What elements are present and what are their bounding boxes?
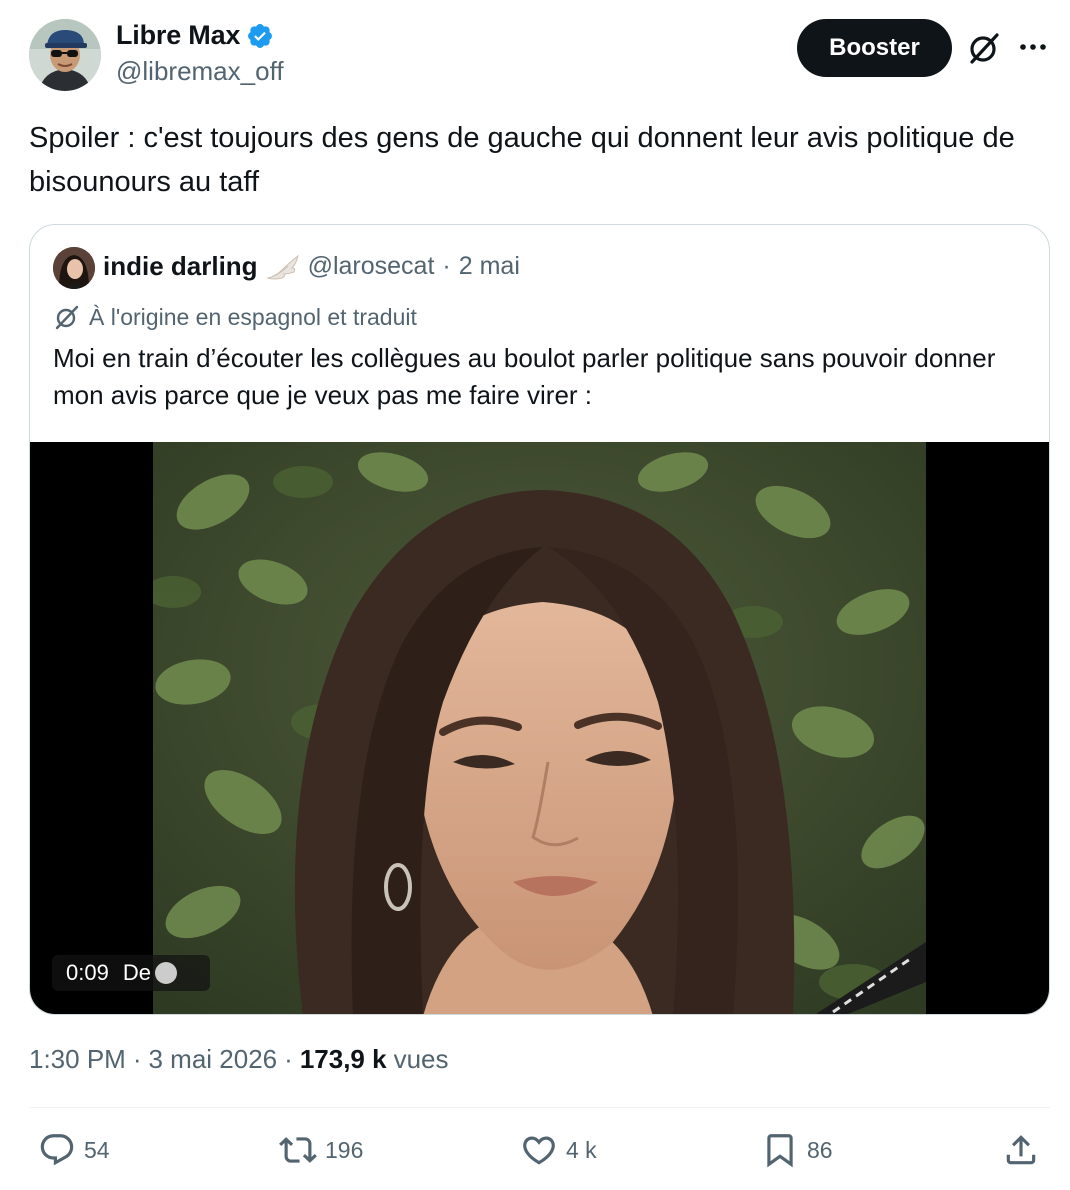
meta-separator: ·	[284, 1044, 293, 1074]
author-handle[interactable]: @libremax_off	[116, 56, 284, 87]
divider	[29, 1107, 1050, 1108]
views-count[interactable]: 173,9 k	[300, 1044, 387, 1075]
quote-header: indie darling @larosecat · 2 mai	[103, 251, 520, 282]
translation-note: À l'origine en espagnol et traduit	[53, 303, 417, 331]
quote-handle[interactable]: @larosecat	[308, 252, 435, 281]
tweet-detail: Libre Max @libremax_off Booster Spoiler …	[0, 0, 1070, 1190]
quote-separator: ·	[442, 252, 451, 280]
video-frame[interactable]	[153, 442, 926, 1014]
repost-button[interactable]: 196	[279, 1131, 363, 1169]
like-button[interactable]: 4 k	[520, 1131, 597, 1169]
repost-icon	[279, 1137, 317, 1163]
boost-button[interactable]: Booster	[797, 19, 952, 77]
grok-translate-icon	[53, 303, 81, 331]
quote-author-avatar[interactable]	[53, 247, 95, 289]
quote-display-name[interactable]: indie darling	[103, 251, 258, 282]
author-display-name[interactable]: Libre Max	[116, 20, 240, 51]
repost-count: 196	[325, 1136, 364, 1163]
quote-text: Moi en train d’écouter les collègues au …	[53, 343, 996, 410]
share-button[interactable]	[1002, 1131, 1040, 1169]
bookmark-button[interactable]: 86	[761, 1131, 833, 1169]
views-label: vues	[393, 1044, 449, 1074]
video-source-avatar[interactable]	[154, 962, 177, 984]
tweet-text: Spoiler : c'est toujours des gens de gau…	[29, 122, 1015, 198]
more-icon[interactable]	[1016, 30, 1050, 64]
quoted-tweet[interactable]: indie darling @larosecat · 2 mai À l'ori…	[29, 224, 1050, 1015]
reply-icon	[40, 1134, 74, 1166]
bookmark-icon	[767, 1134, 793, 1168]
share-icon	[1006, 1135, 1036, 1165]
quote-video[interactable]: 0:09 De	[30, 442, 1049, 1014]
author-name-row[interactable]: Libre Max	[116, 20, 274, 51]
video-by-label: De	[122, 960, 151, 985]
video-duration: 0:09	[66, 960, 109, 985]
quote-date[interactable]: 2 mai	[459, 252, 520, 281]
grok-icon[interactable]	[966, 30, 1002, 66]
bookmark-count: 86	[807, 1136, 833, 1163]
meta-separator: ·	[132, 1044, 142, 1074]
author-avatar[interactable]	[29, 19, 101, 91]
video-info-badge: 0:09 De	[52, 955, 210, 991]
reply-button[interactable]: 54	[38, 1131, 110, 1169]
tweet-meta: 1:30 PM · 3 mai 2026 · 173,9 k vues	[29, 1044, 449, 1075]
reply-count: 54	[84, 1136, 110, 1163]
translation-note-text: À l'origine en espagnol et traduit	[89, 303, 417, 330]
like-count: 4 k	[566, 1136, 597, 1163]
tweet-time[interactable]: 1:30 PM	[29, 1044, 126, 1075]
wing-emoji-icon	[265, 254, 300, 280]
verified-badge-icon	[246, 22, 274, 50]
tweet-date[interactable]: 3 mai 2026	[149, 1044, 278, 1075]
heart-icon	[523, 1136, 555, 1165]
